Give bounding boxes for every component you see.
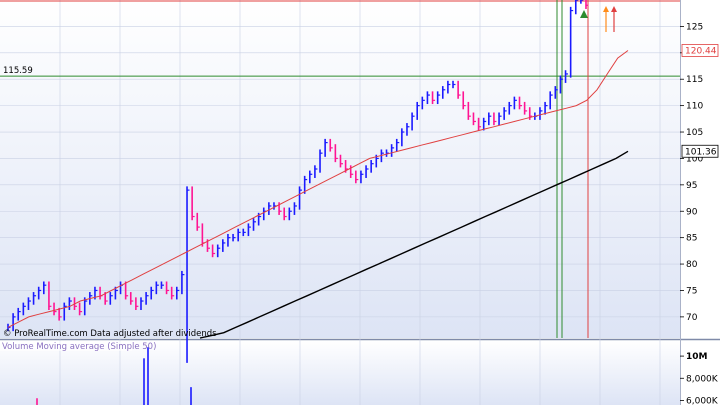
value-tag-label: 101.36: [685, 147, 717, 157]
volume-tick-label: 10M: [686, 352, 708, 362]
y-tick-label: 75: [686, 286, 697, 296]
price-panel: [0, 0, 680, 338]
y-tick-label: 80: [686, 260, 698, 270]
y-tick-label: 70: [686, 313, 698, 323]
y-tick-label: 125: [686, 22, 703, 32]
volume-tick-label: 6,000K: [686, 396, 719, 405]
price-chart: 115.59 707580859095100105110115120125 12…: [0, 0, 720, 405]
y-tick-label: 115: [686, 75, 703, 85]
price-axis-panel: [680, 0, 720, 405]
y-tick-label: 95: [686, 181, 697, 191]
level-label: 115.59: [3, 66, 33, 76]
chart-container: 115.59 707580859095100105110115120125 12…: [0, 0, 720, 405]
value-tag-label: 120.44: [685, 46, 717, 56]
y-tick-label: 110: [686, 102, 703, 112]
y-tick-label: 105: [686, 128, 703, 138]
volume-panel-title: Volume Moving average (Simple 50): [2, 342, 156, 352]
volume-tick-label: 8,000K: [686, 374, 719, 384]
attribution-text: © ProRealTime.com Data adjusted after di…: [3, 329, 217, 339]
y-tick-label: 85: [686, 234, 697, 244]
y-tick-label: 90: [686, 207, 698, 217]
